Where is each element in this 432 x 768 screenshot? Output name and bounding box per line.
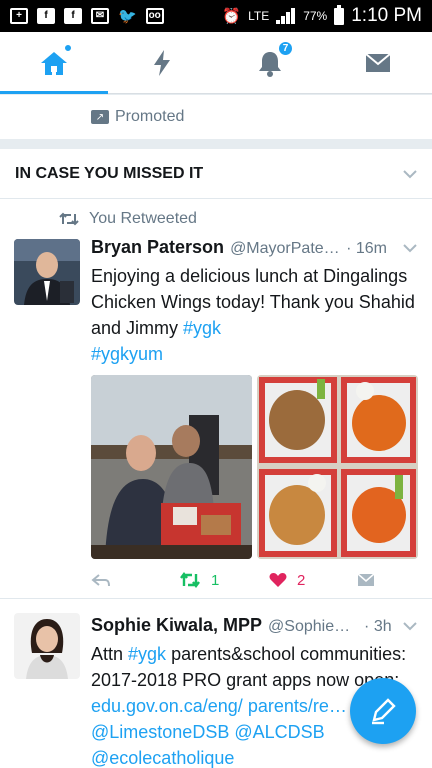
hashtag-link[interactable]: #ygk: [183, 318, 221, 338]
alarm-icon: ⏰: [222, 8, 242, 25]
avatar[interactable]: [14, 239, 80, 305]
signal-icon: [276, 8, 296, 24]
home-dot-badge: [64, 44, 72, 52]
retweet-icon: [180, 572, 200, 588]
home-icon: [41, 51, 67, 75]
retweet-count: 1: [211, 571, 220, 589]
timeline-feed[interactable]: ↗ Promoted IN CASE YOU MISSED IT You Ret…: [0, 95, 432, 768]
lightning-icon: [154, 49, 170, 76]
tab-notifications[interactable]: 7: [216, 32, 324, 93]
promoted-icon: ↗: [91, 110, 109, 124]
like-button[interactable]: 2: [269, 572, 357, 589]
author-name[interactable]: Sophie Kiwala, MPP: [91, 615, 262, 636]
retweet-context-label: You Retweeted: [89, 210, 197, 227]
chevron-down-icon[interactable]: [403, 243, 417, 253]
status-bar: + f f ✉ 🐦 oo ⏰ LTE 77% 1:10 PM: [0, 0, 432, 32]
tab-moments[interactable]: [108, 32, 216, 93]
url-link[interactable]: parents/re…: [248, 696, 347, 716]
mention-link[interactable]: @LimestoneDSB: [91, 722, 229, 742]
tab-messages[interactable]: [324, 32, 432, 93]
mention-link[interactable]: @ALCDSB: [234, 722, 324, 742]
author-name[interactable]: Bryan Paterson: [91, 237, 224, 258]
tweet[interactable]: You Retweeted Bryan Paterson @MayorPater…: [0, 199, 432, 599]
envelope-icon: [365, 52, 391, 72]
tweet-text-body: Attn: [91, 644, 129, 664]
clock: 1:10 PM: [351, 5, 422, 26]
promoted-indicator: ↗ Promoted: [0, 95, 432, 139]
divider: [0, 139, 432, 149]
tweet-actions: 1 2: [91, 559, 417, 601]
compose-tweet-button[interactable]: [350, 678, 416, 744]
tab-bar: 7: [0, 32, 432, 94]
battery-percent: 77%: [303, 9, 328, 23]
tweet-header: Bryan Paterson @MayorPater… · 16m: [91, 237, 417, 261]
promoted-label: Promoted: [115, 108, 185, 125]
heart-icon: [269, 573, 287, 587]
network-type: LTE: [248, 9, 270, 23]
chevron-down-icon[interactable]: [403, 621, 417, 631]
hashtag-link[interactable]: #ygk: [128, 644, 166, 664]
reply-button[interactable]: [91, 573, 179, 587]
avatar[interactable]: [14, 613, 80, 679]
url-link[interactable]: edu.gov.on.ca/eng/: [91, 696, 243, 716]
battery-icon: [334, 4, 345, 25]
media-photo-people[interactable]: [91, 375, 252, 559]
tweet-media[interactable]: [91, 375, 418, 559]
tweet-time: · 16m: [346, 240, 387, 257]
section-title: IN CASE YOU MISSED IT: [15, 164, 204, 182]
retweet-button[interactable]: 1: [179, 572, 269, 589]
tweet-time: · 3h: [364, 618, 392, 635]
tweet-text: Enjoying a delicious lunch at Dingalings…: [91, 263, 417, 367]
facebook-icon: f: [37, 8, 55, 24]
envelope-icon: [357, 573, 375, 586]
retweet-icon: [59, 212, 79, 226]
twitter-icon: 🐦: [118, 8, 137, 25]
compose-icon: [372, 698, 396, 725]
voicemail-icon: oo: [145, 8, 164, 24]
media-photo-wings[interactable]: [257, 375, 418, 559]
facebook-icon: f: [64, 8, 82, 24]
reply-icon: [91, 574, 110, 587]
tweet-text-body: Enjoying a delicious lunch at Dingalings…: [91, 266, 415, 338]
direct-message-button[interactable]: [357, 573, 375, 587]
tab-home[interactable]: [0, 32, 108, 94]
chevron-down-icon[interactable]: [403, 169, 417, 179]
retweet-context: You Retweeted: [59, 209, 417, 229]
add-icon: +: [10, 8, 28, 24]
mention-link[interactable]: @ecolecatholique: [91, 748, 234, 768]
section-header: IN CASE YOU MISSED IT: [0, 149, 432, 199]
author-handle[interactable]: @SophieK…: [268, 618, 358, 636]
author-handle[interactable]: @MayorPater…: [230, 240, 340, 258]
tweet-header: Sophie Kiwala, MPP @SophieK… · 3h: [91, 615, 417, 639]
mail-icon: ✉: [91, 8, 109, 24]
hashtag-link[interactable]: #ygkyum: [91, 344, 163, 364]
like-count: 2: [297, 571, 306, 589]
notifications-badge: 7: [278, 41, 293, 56]
